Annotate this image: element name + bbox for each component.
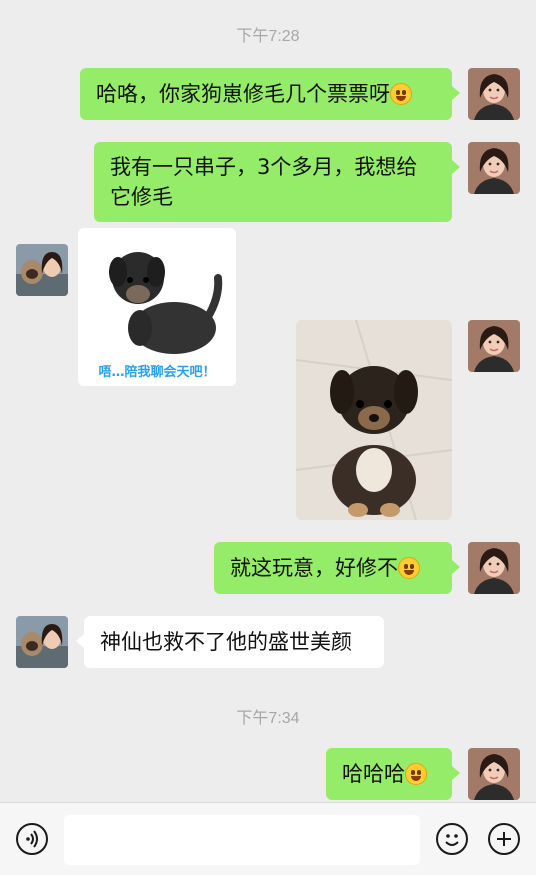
bubble-tail [76, 634, 84, 648]
plus-icon[interactable] [488, 823, 520, 855]
contact-avatar[interactable] [16, 244, 68, 296]
timestamp: 下午7:28 [236, 28, 300, 45]
message-text: 我有一只串子，3个多月，我想给它修毛 [110, 155, 418, 209]
bubble-tail [452, 560, 460, 574]
my-avatar[interactable] [468, 320, 520, 372]
message-text: 哈哈哈 [342, 762, 405, 786]
my-avatar[interactable] [468, 542, 520, 594]
photo-message[interactable] [296, 320, 452, 520]
outgoing-message-bubble[interactable]: 我有一只串子，3个多月，我想给它修毛 [94, 142, 452, 222]
chat-screen: 下午7:28 哈咯，你家狗崽修毛几个票票呀 我有一只串子，3个多月，我想给它修毛 [0, 0, 536, 875]
puppy-photo-image [296, 320, 452, 520]
outgoing-message-bubble[interactable]: 哈哈哈 [326, 748, 452, 800]
message-input[interactable] [64, 815, 420, 865]
smirk-emoji-icon [390, 83, 412, 105]
outgoing-message-bubble[interactable]: 哈咯，你家狗崽修毛几个票票呀 [80, 68, 452, 120]
message-text: 就这玩意，好修不 [230, 556, 398, 580]
my-avatar[interactable] [468, 748, 520, 800]
chat-input-bar [0, 802, 536, 875]
sticker-caption: 唔…陪我聊会天吧！ [98, 365, 216, 380]
incoming-message-bubble[interactable]: 神仙也救不了他的盛世美颜 [84, 616, 384, 668]
emoji-icon[interactable] [436, 823, 468, 855]
timestamp: 下午7:34 [236, 710, 300, 727]
crying-laugh-emoji-icon [405, 763, 427, 785]
voice-icon[interactable] [16, 823, 48, 855]
contact-avatar[interactable] [16, 616, 68, 668]
crying-laugh-emoji-icon [398, 557, 420, 579]
bubble-tail [452, 766, 460, 780]
message-text: 神仙也救不了他的盛世美颜 [100, 630, 352, 654]
puppy-sticker-image [109, 252, 223, 354]
message-text: 哈咯，你家狗崽修毛几个票票呀 [96, 82, 390, 106]
sticker-message[interactable]: 唔…陪我聊会天吧！ [78, 228, 236, 386]
my-avatar[interactable] [468, 142, 520, 194]
bubble-tail [452, 86, 460, 100]
outgoing-message-bubble[interactable]: 就这玩意，好修不 [214, 542, 452, 594]
my-avatar[interactable] [468, 68, 520, 120]
bubble-tail [452, 160, 460, 174]
